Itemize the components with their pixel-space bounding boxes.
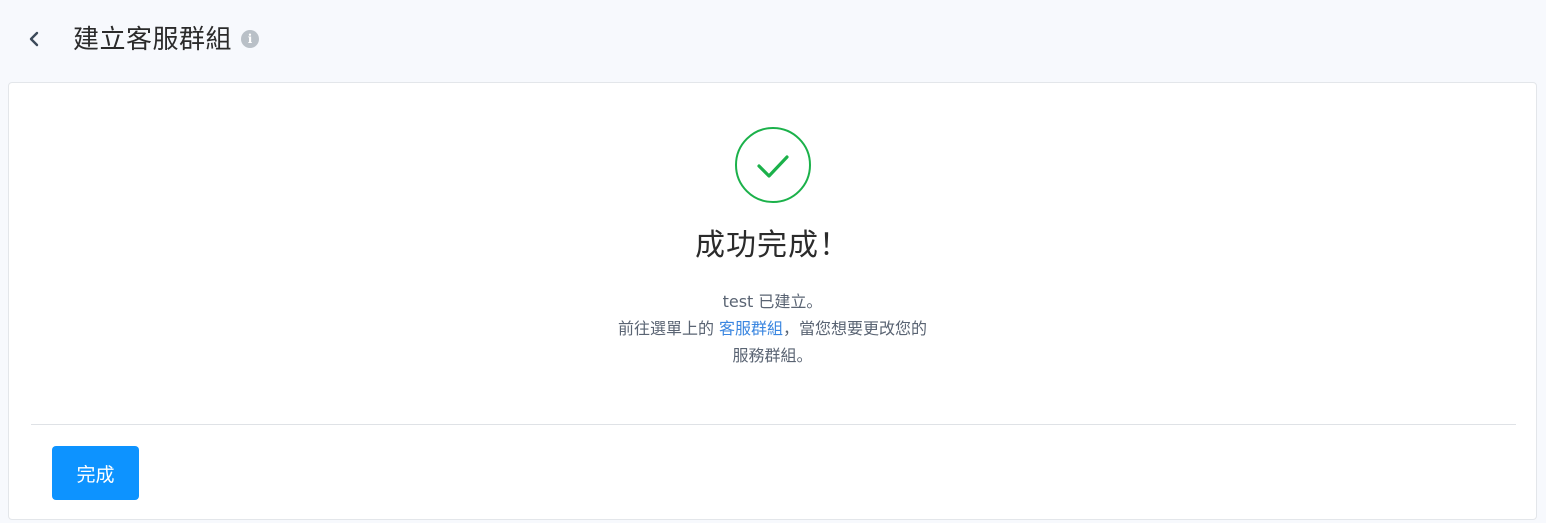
footer-divider <box>31 424 1516 425</box>
page-title: 建立客服群組 <box>73 25 233 55</box>
chevron-left-icon <box>29 31 39 47</box>
done-button[interactable]: 完成 <box>52 446 139 500</box>
service-group-link[interactable]: 客服群組 <box>719 319 783 338</box>
message-suffix: ，當您想要更改您的 <box>783 319 928 338</box>
message-line-3: 服務群組。 <box>732 346 813 365</box>
message-line-1: test 已建立。 <box>9 288 1536 315</box>
success-title: 成功完成！ <box>695 228 850 263</box>
result-card: 成功完成！ test 已建立。 前往選單上的 客服群組，當您想要更改您的 服務群… <box>8 82 1537 520</box>
info-icon[interactable]: i <box>241 30 259 48</box>
page-header: 建立客服群組 i <box>0 0 1546 82</box>
back-button[interactable] <box>20 24 50 54</box>
success-message: test 已建立。 前往選單上的 客服群組，當您想要更改您的 服務群組。 <box>9 288 1536 369</box>
group-name: test <box>722 292 754 311</box>
check-circle-icon <box>735 127 811 203</box>
message-prefix: 前往選單上的 <box>617 319 720 338</box>
created-text: 已建立。 <box>753 292 823 311</box>
message-line-2: 前往選單上的 客服群組，當您想要更改您的 <box>9 315 1536 342</box>
check-mark-icon <box>757 155 789 178</box>
